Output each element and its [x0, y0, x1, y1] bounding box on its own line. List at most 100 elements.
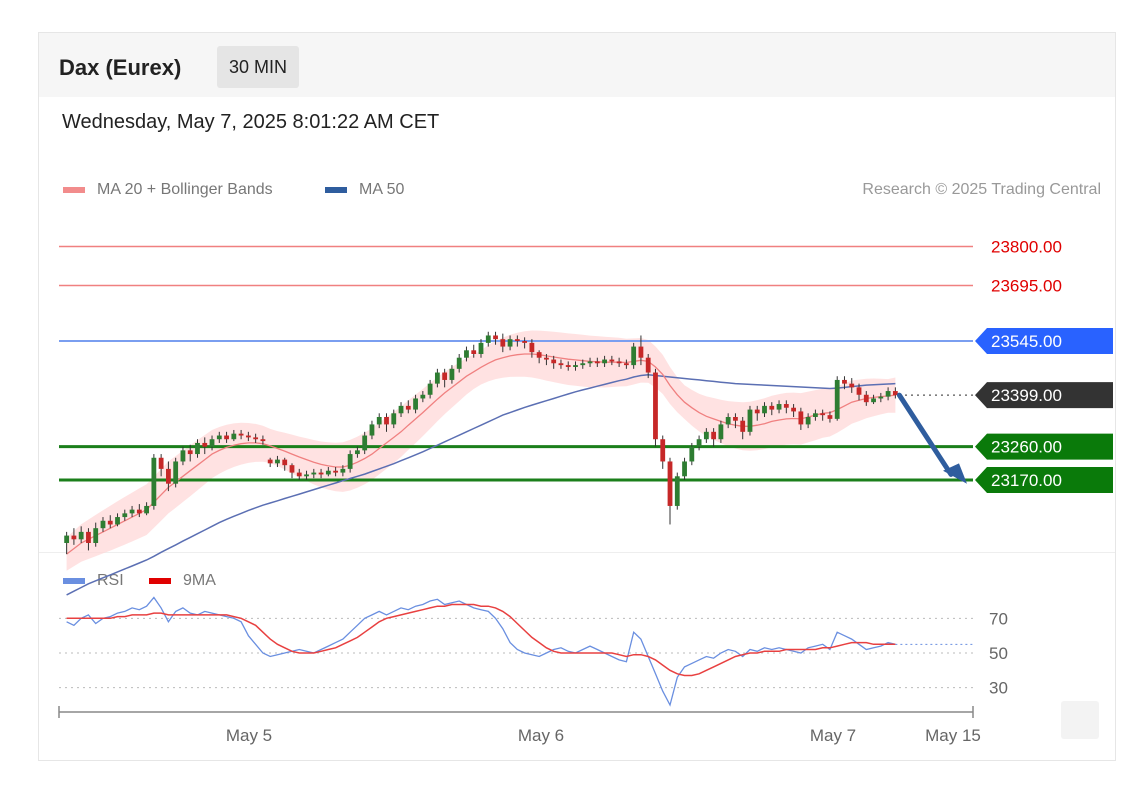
- candle: [216, 435, 222, 440]
- candle: [187, 450, 193, 455]
- candle: [602, 359, 607, 364]
- candle: [478, 342, 484, 354]
- candle: [166, 468, 171, 484]
- candle: [86, 531, 91, 543]
- candle: [340, 468, 346, 473]
- candle: [805, 417, 811, 425]
- candle: [544, 357, 549, 360]
- candle: [136, 509, 142, 514]
- candle: [173, 461, 179, 484]
- candle: [827, 415, 833, 419]
- candle: [653, 372, 658, 440]
- candle: [623, 363, 629, 366]
- candle: [434, 372, 440, 384]
- candle: [180, 450, 186, 462]
- candle: [762, 405, 767, 414]
- candle: [245, 435, 251, 438]
- level-label: 23399.00: [991, 386, 1062, 405]
- candle: [587, 361, 593, 364]
- candle: [456, 357, 462, 369]
- candle: [362, 435, 368, 451]
- candle: [500, 339, 506, 347]
- level-label: 23260.00: [991, 438, 1062, 457]
- candle: [355, 450, 360, 455]
- scroll-end-button[interactable]: [1061, 701, 1099, 739]
- candle: [304, 474, 309, 477]
- candle: [878, 396, 884, 399]
- candle: [107, 520, 113, 525]
- candle: [820, 413, 826, 416]
- level-label: 23170.00: [991, 471, 1062, 490]
- candle: [769, 405, 775, 410]
- candle: [347, 454, 353, 469]
- candle: [594, 361, 600, 364]
- price-chart[interactable]: 23800.00 23695.00 23545.00 23399.00 23260.00…: [39, 33, 1115, 760]
- candle: [231, 433, 237, 440]
- candle: [449, 368, 455, 380]
- candle: [71, 535, 77, 540]
- candle: [260, 439, 266, 442]
- x-tick-label: May 5: [226, 726, 272, 745]
- candle: [195, 442, 200, 455]
- candle: [64, 535, 70, 543]
- candle: [682, 461, 687, 477]
- candle: [718, 424, 724, 440]
- candle: [609, 359, 615, 362]
- candle: [638, 346, 644, 358]
- candle: [209, 439, 215, 447]
- candle: [485, 335, 491, 343]
- candle: [427, 383, 433, 395]
- candle: [100, 520, 106, 529]
- candle: [849, 383, 855, 388]
- candle: [689, 446, 695, 462]
- candle: [464, 350, 469, 358]
- candle: [158, 457, 164, 469]
- candle: [318, 472, 324, 475]
- rsi-level-label: 50: [989, 644, 1008, 663]
- candle: [129, 509, 135, 514]
- x-tick-label: May 15: [925, 726, 981, 745]
- candle: [551, 359, 557, 364]
- candle: [384, 417, 389, 425]
- candle: [674, 476, 680, 506]
- candle: [78, 531, 84, 540]
- candle: [791, 407, 796, 412]
- candle: [267, 459, 273, 464]
- candle: [238, 433, 244, 436]
- candle: [863, 394, 869, 403]
- candle: [391, 413, 397, 425]
- candle: [580, 363, 586, 366]
- candle: [536, 352, 542, 358]
- x-tick-label: May 6: [518, 726, 564, 745]
- candle: [616, 361, 622, 364]
- candle: [405, 405, 411, 410]
- candle: [115, 517, 120, 525]
- candle: [275, 459, 280, 464]
- level-label: 23800.00: [991, 238, 1062, 257]
- candle: [856, 387, 862, 395]
- candle: [631, 346, 637, 366]
- candle: [253, 437, 259, 440]
- candle: [696, 439, 702, 447]
- candle: [398, 405, 404, 414]
- candle: [871, 398, 876, 403]
- candle: [369, 424, 375, 436]
- candle: [747, 409, 753, 432]
- rsi-level-label: 70: [989, 609, 1008, 628]
- candle: [522, 341, 528, 343]
- candle: [754, 409, 760, 414]
- candle: [842, 379, 847, 384]
- x-tick-label: May 7: [810, 726, 856, 745]
- candle: [507, 339, 513, 347]
- candle: [529, 342, 535, 353]
- candle: [376, 417, 382, 425]
- forecast-arrow: [896, 392, 954, 477]
- candle: [296, 472, 302, 477]
- candle: [885, 391, 891, 397]
- rsi-level-label: 30: [989, 679, 1008, 698]
- candle: [442, 372, 448, 380]
- candle: [144, 505, 149, 514]
- candle: [224, 435, 229, 440]
- candle: [325, 470, 331, 475]
- candle: [493, 335, 498, 340]
